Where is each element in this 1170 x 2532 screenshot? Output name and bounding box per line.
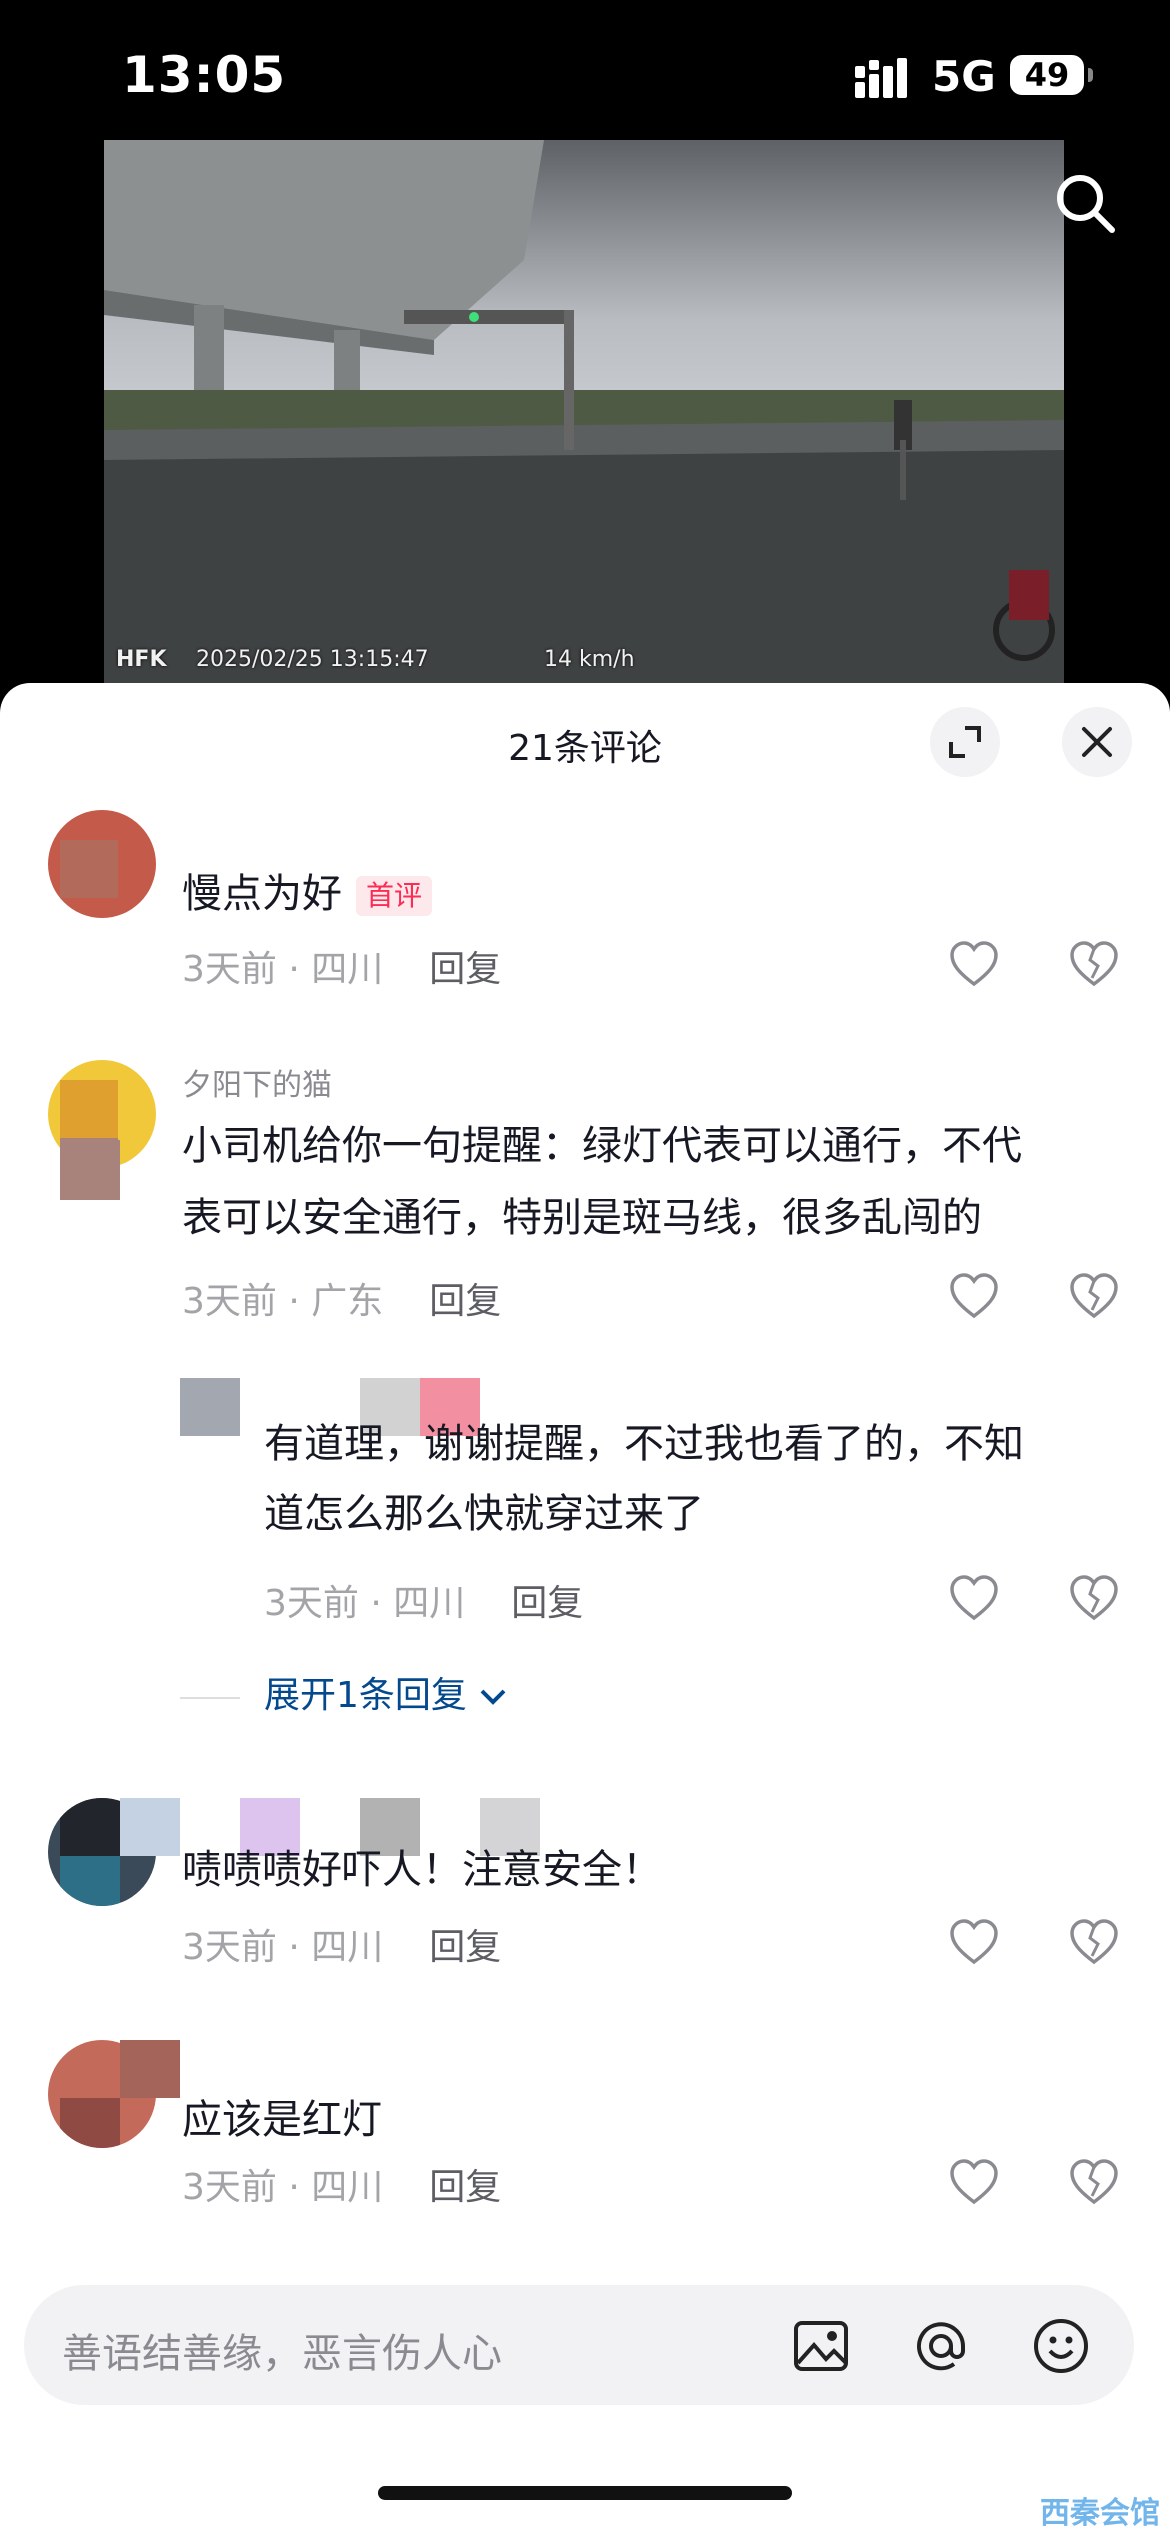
blurred-avatar[interactable] bbox=[180, 1378, 240, 1436]
comment-meta: 3天前 · 广东 回复 bbox=[182, 1272, 501, 1324]
comment-meta: 3天前 · 四川 回复 bbox=[182, 940, 501, 992]
expand-replies-label: 展开1条回复 bbox=[264, 1675, 467, 1716]
broken-heart-icon[interactable] bbox=[1068, 1270, 1120, 1322]
comment-meta: 3天前 · 四川 回复 bbox=[182, 1918, 501, 1970]
blurred-username bbox=[120, 1798, 180, 1856]
signal-icon bbox=[855, 58, 907, 98]
comment-text-line2: 表可以安全通行，特别是斑马线，很多乱闯的 bbox=[182, 1195, 982, 1241]
chevron-down-icon bbox=[480, 1689, 506, 1705]
reply-text-line1: 有道理，谢谢提醒，不过我也看了的，不知 bbox=[264, 1421, 1024, 1467]
reply-button[interactable]: 回复 bbox=[511, 1583, 583, 1624]
dashcam-frame bbox=[104, 140, 1064, 685]
expand-divider bbox=[180, 1697, 240, 1699]
watermark: 西秦会馆 bbox=[1040, 2496, 1160, 2531]
at-icon[interactable] bbox=[910, 2315, 972, 2377]
status-time: 13:05 bbox=[122, 46, 287, 104]
expand-replies-button[interactable]: 展开1条回复 bbox=[264, 1666, 508, 1718]
heart-icon[interactable] bbox=[948, 2156, 1000, 2208]
blurred-avatar-patch bbox=[60, 1140, 120, 1200]
video-brand: HFK bbox=[116, 647, 167, 672]
comment-text-line1: 小司机给你一句提醒：绿灯代表可以通行，不代 bbox=[182, 1123, 1022, 1169]
heart-icon[interactable] bbox=[948, 1916, 1000, 1968]
expand-button[interactable] bbox=[930, 707, 1000, 777]
comment-meta: 3天前 · 四川 回复 bbox=[264, 1574, 583, 1626]
video-timestamp: 2025/02/25 13:15:47 bbox=[196, 647, 429, 672]
network-type: 5G bbox=[932, 52, 996, 101]
avatar[interactable] bbox=[48, 810, 156, 918]
reply-button[interactable]: 回复 bbox=[429, 949, 501, 990]
video-player[interactable]: HFK 2025/02/25 13:15:47 14 km/h bbox=[104, 140, 1064, 685]
reply-button[interactable]: 回复 bbox=[429, 1281, 501, 1322]
close-button[interactable] bbox=[1062, 707, 1132, 777]
home-indicator[interactable] bbox=[378, 2486, 792, 2500]
comment-text: 应该是红灯 bbox=[182, 2097, 382, 2143]
expand-icon bbox=[949, 726, 981, 758]
heart-icon[interactable] bbox=[948, 1270, 1000, 1322]
comment-time-location: 3天前 · 四川 bbox=[182, 1927, 384, 1968]
heart-icon[interactable] bbox=[948, 938, 1000, 990]
comment-input-bar[interactable]: 善语结善缘，恶言伤人心 bbox=[24, 2285, 1134, 2405]
emoji-icon[interactable] bbox=[1030, 2315, 1092, 2377]
status-bar: 13:05 5G 49 bbox=[0, 0, 1170, 150]
comment-input-placeholder[interactable]: 善语结善缘，恶言伤人心 bbox=[62, 2321, 502, 2379]
first-comment-badge: 首评 bbox=[356, 876, 433, 916]
comment-username[interactable]: 夕阳下的猫 bbox=[182, 1060, 332, 1104]
comment-text: 慢点为好 首评 bbox=[182, 858, 433, 930]
image-icon[interactable] bbox=[790, 2315, 852, 2377]
video-speed: 14 km/h bbox=[544, 647, 635, 672]
reply-text-line2: 道怎么那么快就穿过来了 bbox=[264, 1491, 704, 1537]
broken-heart-icon[interactable] bbox=[1068, 938, 1120, 990]
broken-heart-icon[interactable] bbox=[1068, 1916, 1120, 1968]
comment-time-location: 3天前 · 四川 bbox=[182, 2167, 384, 2208]
blurred-username bbox=[120, 2040, 180, 2098]
reply-button[interactable]: 回复 bbox=[429, 2167, 501, 2208]
comment-meta: 3天前 · 四川 回复 bbox=[182, 2158, 501, 2210]
broken-heart-icon[interactable] bbox=[1068, 1572, 1120, 1624]
comment-time-location: 3天前 · 四川 bbox=[264, 1583, 466, 1624]
search-icon[interactable] bbox=[1050, 168, 1120, 238]
close-icon bbox=[1082, 727, 1112, 757]
reply-button[interactable]: 回复 bbox=[429, 1927, 501, 1968]
comment-time-location: 3天前 · 四川 bbox=[182, 949, 384, 990]
broken-heart-icon[interactable] bbox=[1068, 2156, 1120, 2208]
battery-icon: 49 bbox=[1010, 55, 1093, 95]
comment-text: 啧啧啧好吓人！注意安全！ bbox=[182, 1847, 662, 1893]
comment-text-content: 慢点为好 bbox=[182, 871, 342, 917]
comment-time-location: 3天前 · 广东 bbox=[182, 1281, 384, 1322]
heart-icon[interactable] bbox=[948, 1572, 1000, 1624]
